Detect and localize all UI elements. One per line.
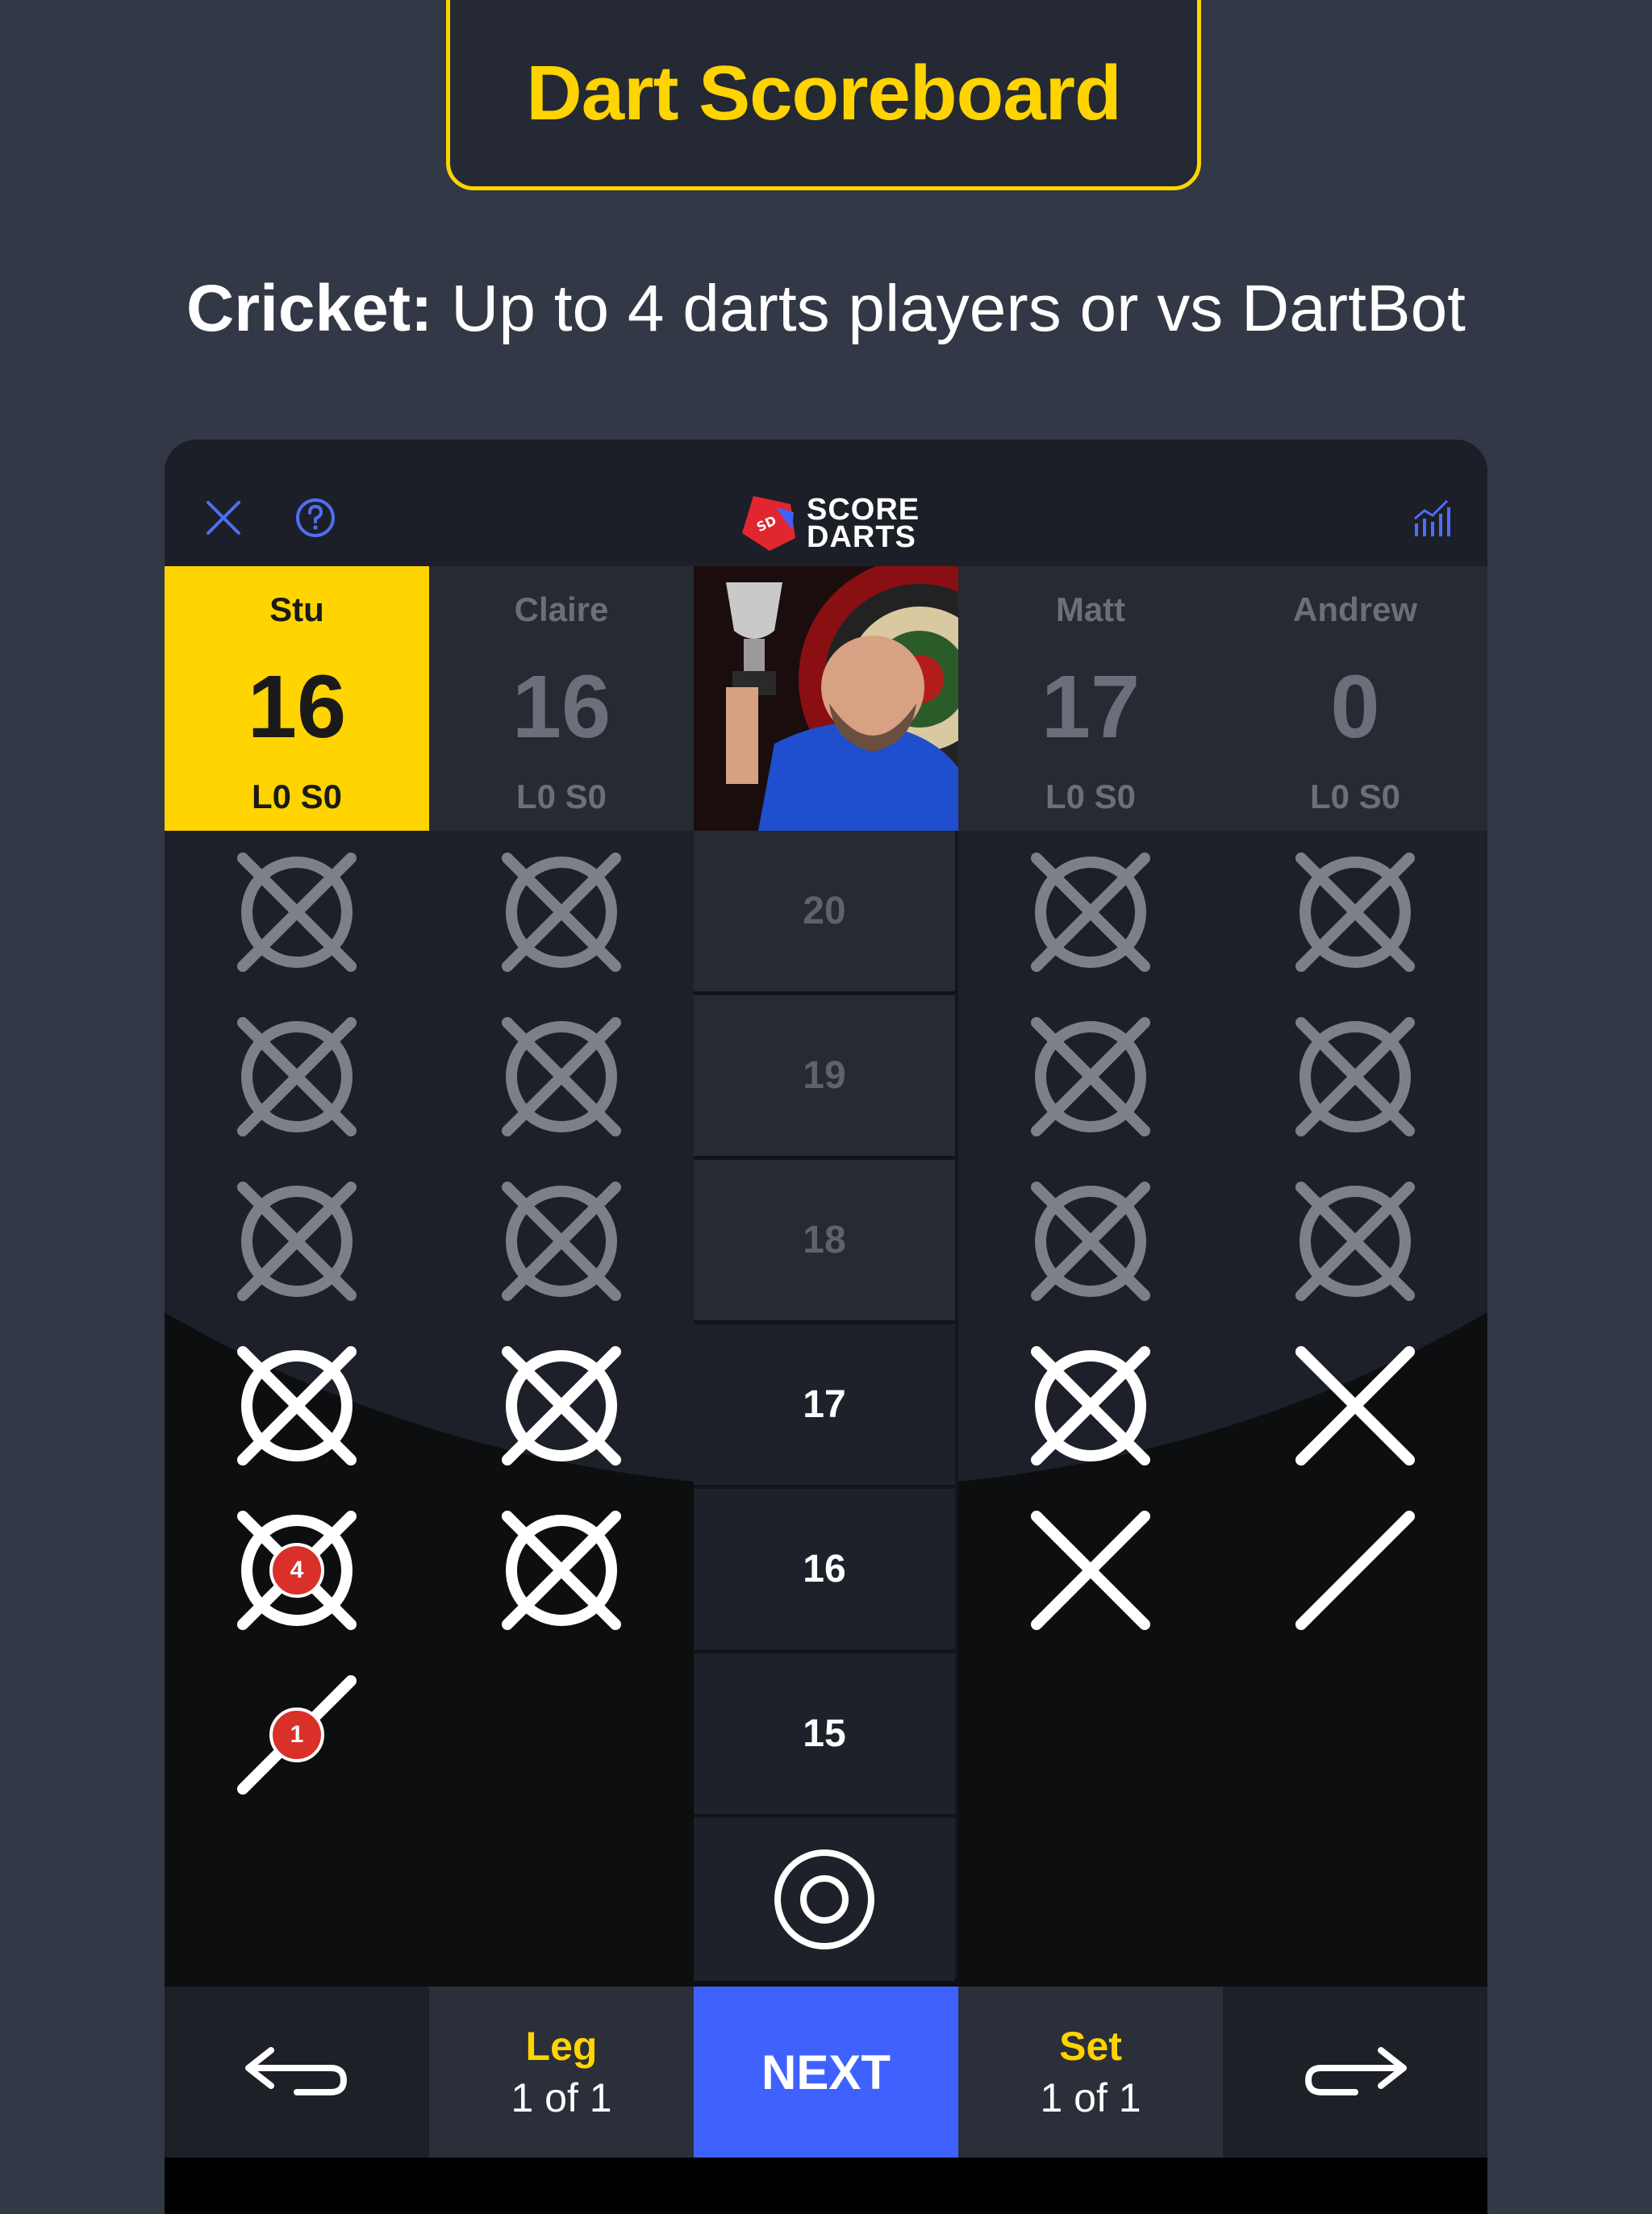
mark-matt-18-closed[interactable]: [1022, 1173, 1159, 1310]
mark-matt-19-closed[interactable]: [1022, 1008, 1159, 1145]
mark-claire-18-closed[interactable]: [493, 1173, 630, 1310]
target-16[interactable]: 16: [694, 1489, 955, 1652]
set-value: 1 of 1: [1040, 2075, 1141, 2120]
player-name: Claire: [514, 590, 609, 628]
player-score: 0: [1330, 657, 1380, 757]
stats-icon[interactable]: [1410, 496, 1454, 540]
app-screen: SD SCORE DARTS Stu 16 L0 S0 Claire 16 L0…: [165, 440, 1487, 2214]
player-legs-sets: L0 S0: [515, 778, 607, 815]
mark-claire-20-closed[interactable]: [493, 844, 630, 981]
mark-stu-17-closed[interactable]: [228, 1337, 365, 1474]
player-card-matt[interactable]: Matt 17 L0 S0: [958, 566, 1223, 831]
mark-andrew-19-closed[interactable]: [1287, 1008, 1424, 1145]
mark-stu-18-closed[interactable]: [228, 1173, 365, 1310]
target-number-column: 20 19 18 17 16 15: [694, 831, 958, 1981]
redo-arrow-icon: [1304, 2047, 1407, 2095]
mark-claire-16-closed[interactable]: [493, 1502, 630, 1639]
mark-matt-17-closed[interactable]: [1022, 1337, 1159, 1474]
mark-matt-16-double[interactable]: [1022, 1502, 1159, 1639]
banner-subtitle: Cricket: Up to 4 darts players or vs Dar…: [0, 271, 1652, 347]
target-15[interactable]: 15: [694, 1653, 955, 1816]
subtitle-rest: Up to 4 darts players or vs DartBot: [432, 272, 1466, 345]
player-legs-sets: L0 S0: [1309, 778, 1401, 815]
target-19[interactable]: 19: [694, 995, 955, 1158]
target-18[interactable]: 18: [694, 1160, 955, 1323]
title-banner: Dart Scoreboard: [446, 0, 1201, 190]
target-17[interactable]: 17: [694, 1324, 955, 1487]
bullseye-icon: [774, 1849, 874, 1949]
bottom-bar: Leg 1 of 1 NEXT Set 1 of 1: [165, 1987, 1487, 2158]
app-logo: SD SCORE DARTS: [737, 491, 919, 556]
bottom-strip: [165, 2158, 1487, 2214]
next-button[interactable]: NEXT: [694, 1987, 958, 2158]
player-name: Matt: [1055, 590, 1126, 628]
mark-claire-17-closed[interactable]: [493, 1337, 630, 1474]
set-indicator: Set 1 of 1: [958, 1987, 1223, 2158]
leg-value: 1 of 1: [511, 2075, 612, 2120]
undo-button[interactable]: [165, 1987, 429, 2158]
set-label: Set: [1059, 2024, 1122, 2069]
hit-count-badge: 1: [269, 1707, 324, 1762]
mark-andrew-18-closed[interactable]: [1287, 1173, 1424, 1310]
player-legs-sets: L0 S0: [251, 778, 343, 815]
mark-claire-19-closed[interactable]: [493, 1008, 630, 1145]
player-legs-sets: L0 S0: [1045, 778, 1137, 815]
player-score: 16: [247, 657, 347, 757]
mark-stu-19-closed[interactable]: [228, 1008, 365, 1145]
help-icon[interactable]: [294, 496, 337, 540]
player-name: Stu: [269, 590, 324, 628]
mark-andrew-16-single[interactable]: [1287, 1502, 1424, 1639]
player-score: 17: [1041, 657, 1141, 757]
target-20[interactable]: 20: [694, 831, 955, 994]
player-card-claire[interactable]: Claire 16 L0 S0: [429, 566, 694, 831]
banner-title: Dart Scoreboard: [526, 50, 1121, 136]
undo-arrow-icon: [245, 2047, 348, 2095]
mark-andrew-17-double[interactable]: [1287, 1337, 1424, 1474]
mark-matt-20-closed[interactable]: [1022, 844, 1159, 981]
logo-badge: SD: [742, 496, 795, 551]
leg-label: Leg: [525, 2024, 598, 2069]
leg-indicator: Leg 1 of 1: [429, 1987, 694, 2158]
logo-text: SCORE DARTS: [807, 493, 920, 554]
mark-andrew-20-closed[interactable]: [1287, 844, 1424, 981]
app-header: SD SCORE DARTS: [165, 440, 1487, 566]
player-photo: [694, 566, 958, 831]
player-score: 16: [511, 657, 611, 757]
redo-button[interactable]: [1223, 1987, 1487, 2158]
logo-line1: SCORE: [807, 493, 920, 527]
subtitle-bold: Cricket:: [186, 272, 433, 345]
player-card-stu[interactable]: Stu 16 L0 S0: [165, 566, 429, 831]
logo-line2: DARTS: [807, 520, 916, 554]
mark-stu-20-closed[interactable]: [228, 844, 365, 981]
hit-count-badge: 4: [269, 1543, 324, 1598]
close-icon[interactable]: [202, 496, 245, 540]
player-name: Andrew: [1292, 590, 1417, 628]
target-bull[interactable]: [694, 1818, 955, 1981]
player-card-andrew[interactable]: Andrew 0 L0 S0: [1223, 566, 1487, 831]
